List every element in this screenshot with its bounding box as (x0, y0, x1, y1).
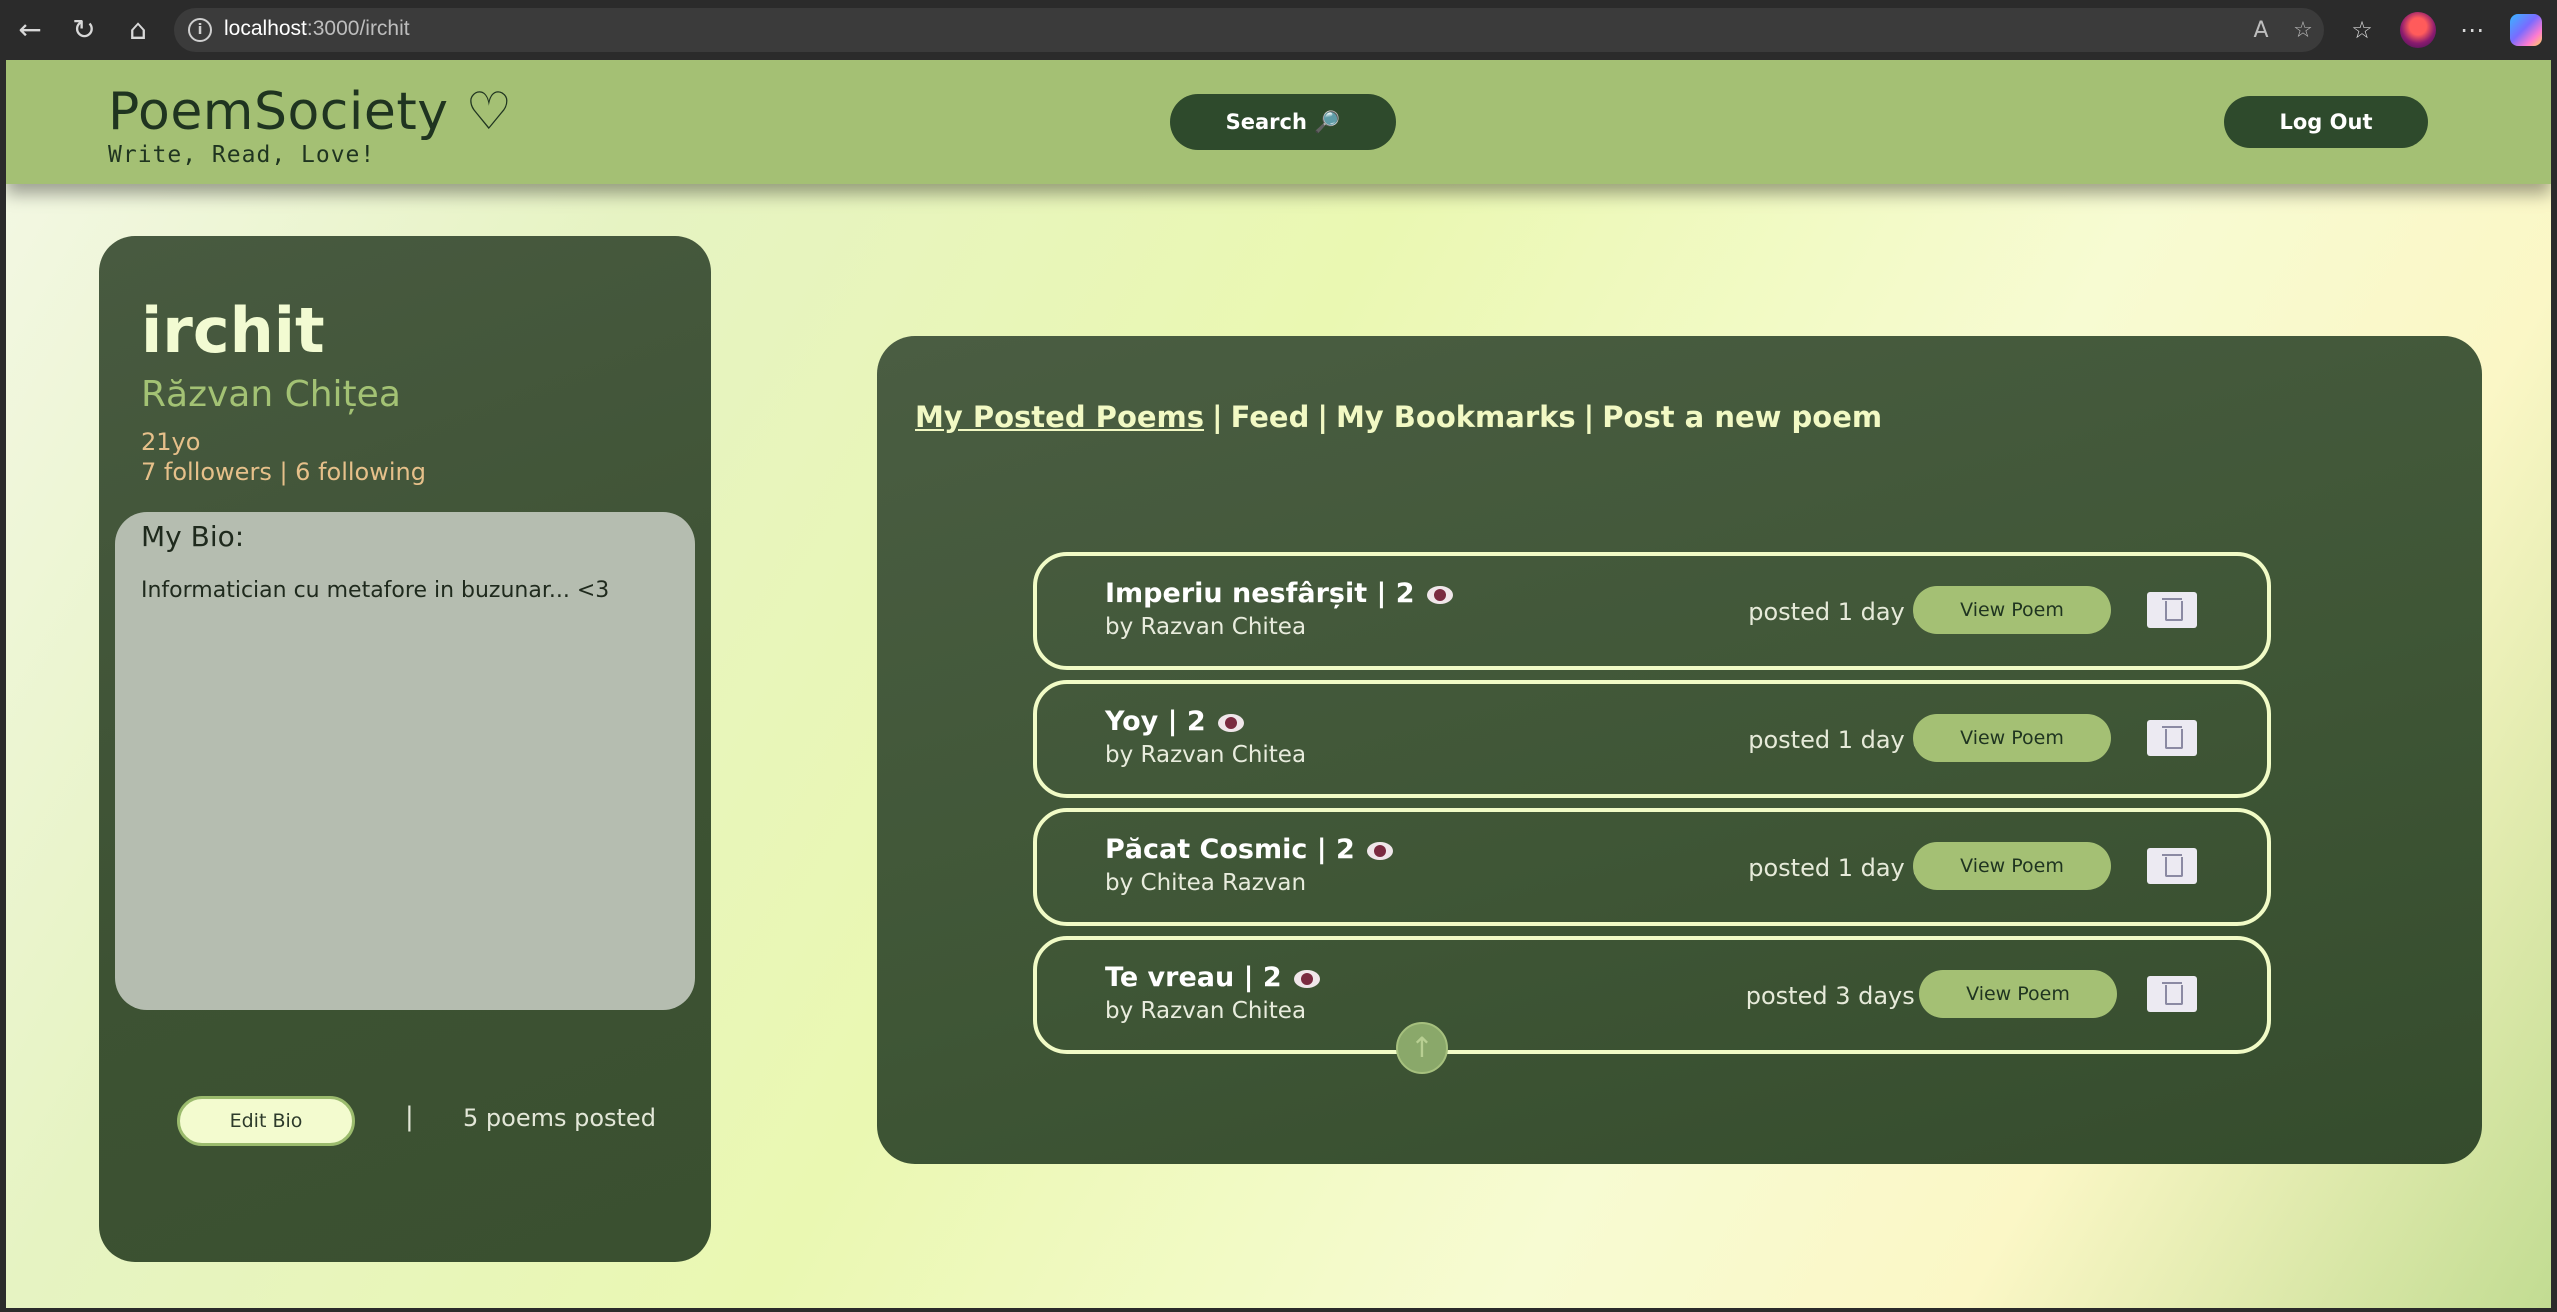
tab-post-new-poem[interactable]: Post a new poem (1602, 400, 1882, 434)
tagline: Write, Read, Love! (108, 142, 376, 168)
view-poem-button[interactable]: View Poem (1913, 842, 2111, 890)
poem-title: Păcat Cosmic | 2 (1105, 834, 1393, 865)
trash-icon[interactable] (2147, 848, 2197, 884)
back-icon[interactable]: ← (12, 12, 48, 48)
eye-icon (1217, 713, 1244, 732)
search-button[interactable]: Search 🔎 (1170, 94, 1396, 150)
bio-text: Informatician cu metafore in buzunar... … (141, 578, 610, 603)
poem-author: by Chitea Razvan (1105, 870, 1307, 896)
view-poem-button[interactable]: View Poem (1919, 970, 2117, 1018)
address-bar[interactable]: i localhost:3000/irchit A ☆ (174, 8, 2324, 52)
poem-card: Yoy | 2 by Razvan Chitea posted 1 day ag… (1033, 680, 2271, 798)
bio-title: My Bio: (141, 520, 245, 553)
poems-posted-count: 5 poems posted (463, 1104, 656, 1132)
profile-card: irchit Răzvan Chițea 21yo 7 followers | … (99, 236, 711, 1262)
poems-panel: My Posted Poems | Feed | My Bookmarks | Post a… (877, 336, 2482, 1164)
favorite-star-icon[interactable]: ☆ (2288, 16, 2318, 46)
follow-stats: 7 followers | 6 following (141, 458, 426, 486)
poem-title: Imperiu nesfârșit | 2 (1105, 578, 1453, 609)
view-poem-button[interactable]: View Poem (1913, 714, 2111, 762)
read-aloud-icon[interactable]: A (2246, 16, 2276, 46)
browser-toolbar: ← ↻ ⌂ i localhost:3000/irchit A ☆ ☆ ⋯ (0, 0, 2557, 60)
profile-age: 21yo (141, 428, 201, 456)
trash-icon[interactable] (2147, 592, 2197, 628)
url-text[interactable]: localhost:3000/irchit (224, 17, 410, 41)
site-info-icon[interactable]: i (188, 18, 212, 42)
favorites-icon[interactable]: ☆ (2344, 12, 2380, 48)
site-header: PoemSociety ♡ Write, Read, Love! Search … (6, 60, 2551, 184)
tab-bar: My Posted Poems | Feed | My Bookmarks | Post a… (915, 400, 1883, 434)
poem-card: Te vreau | 2 by Razvan Chitea posted 3 d… (1033, 936, 2271, 1054)
eye-icon (1366, 841, 1393, 860)
poem-posted-time: posted 1 day ago (1748, 598, 1957, 626)
edit-bio-button[interactable]: Edit Bio (177, 1096, 355, 1146)
poem-card: Păcat Cosmic | 2 by Chitea Razvan posted… (1033, 808, 2271, 926)
profile-username: irchit (141, 294, 325, 367)
profile-avatar[interactable] (2400, 12, 2436, 48)
trash-icon[interactable] (2147, 976, 2197, 1012)
eye-icon (1426, 585, 1453, 604)
tab-feed[interactable]: Feed (1231, 400, 1310, 434)
poem-author: by Razvan Chitea (1105, 614, 1307, 640)
separator: | (405, 1102, 414, 1132)
following-count[interactable]: 6 following (295, 458, 426, 486)
tab-my-bookmarks[interactable]: My Bookmarks (1336, 400, 1576, 434)
copilot-icon[interactable] (2510, 14, 2542, 46)
reload-icon[interactable]: ↻ (66, 12, 102, 48)
trash-icon[interactable] (2147, 720, 2197, 756)
view-poem-button[interactable]: View Poem (1913, 586, 2111, 634)
poem-posted-time: posted 1 day ago (1748, 726, 1957, 754)
profile-full-name: Răzvan Chițea (141, 374, 401, 415)
brand-logo[interactable]: PoemSociety ♡ (108, 82, 513, 142)
home-icon[interactable]: ⌂ (120, 12, 156, 48)
page: PoemSociety ♡ Write, Read, Love! Search … (6, 60, 2551, 1308)
scroll-up-button[interactable]: ↑ (1396, 1022, 1448, 1074)
bio-box: My Bio: Informatician cu metafore in buz… (115, 512, 695, 1010)
heart-icon: ♡ (465, 82, 513, 142)
poem-title: Te vreau | 2 (1105, 962, 1320, 993)
poem-author: by Razvan Chitea (1105, 742, 1307, 768)
poem-author: by Razvan Chitea (1105, 998, 1307, 1024)
tab-my-posted-poems[interactable]: My Posted Poems (915, 400, 1204, 434)
logout-button[interactable]: Log Out (2224, 96, 2428, 148)
poem-posted-time: posted 1 day ago (1748, 854, 1957, 882)
eye-icon (1293, 969, 1320, 988)
poem-card: Imperiu nesfârșit | 2 by Razvan Chitea p… (1033, 552, 2271, 670)
more-menu-icon[interactable]: ⋯ (2454, 12, 2490, 48)
poem-title: Yoy | 2 (1105, 706, 1244, 737)
followers-count[interactable]: 7 followers (141, 458, 272, 486)
